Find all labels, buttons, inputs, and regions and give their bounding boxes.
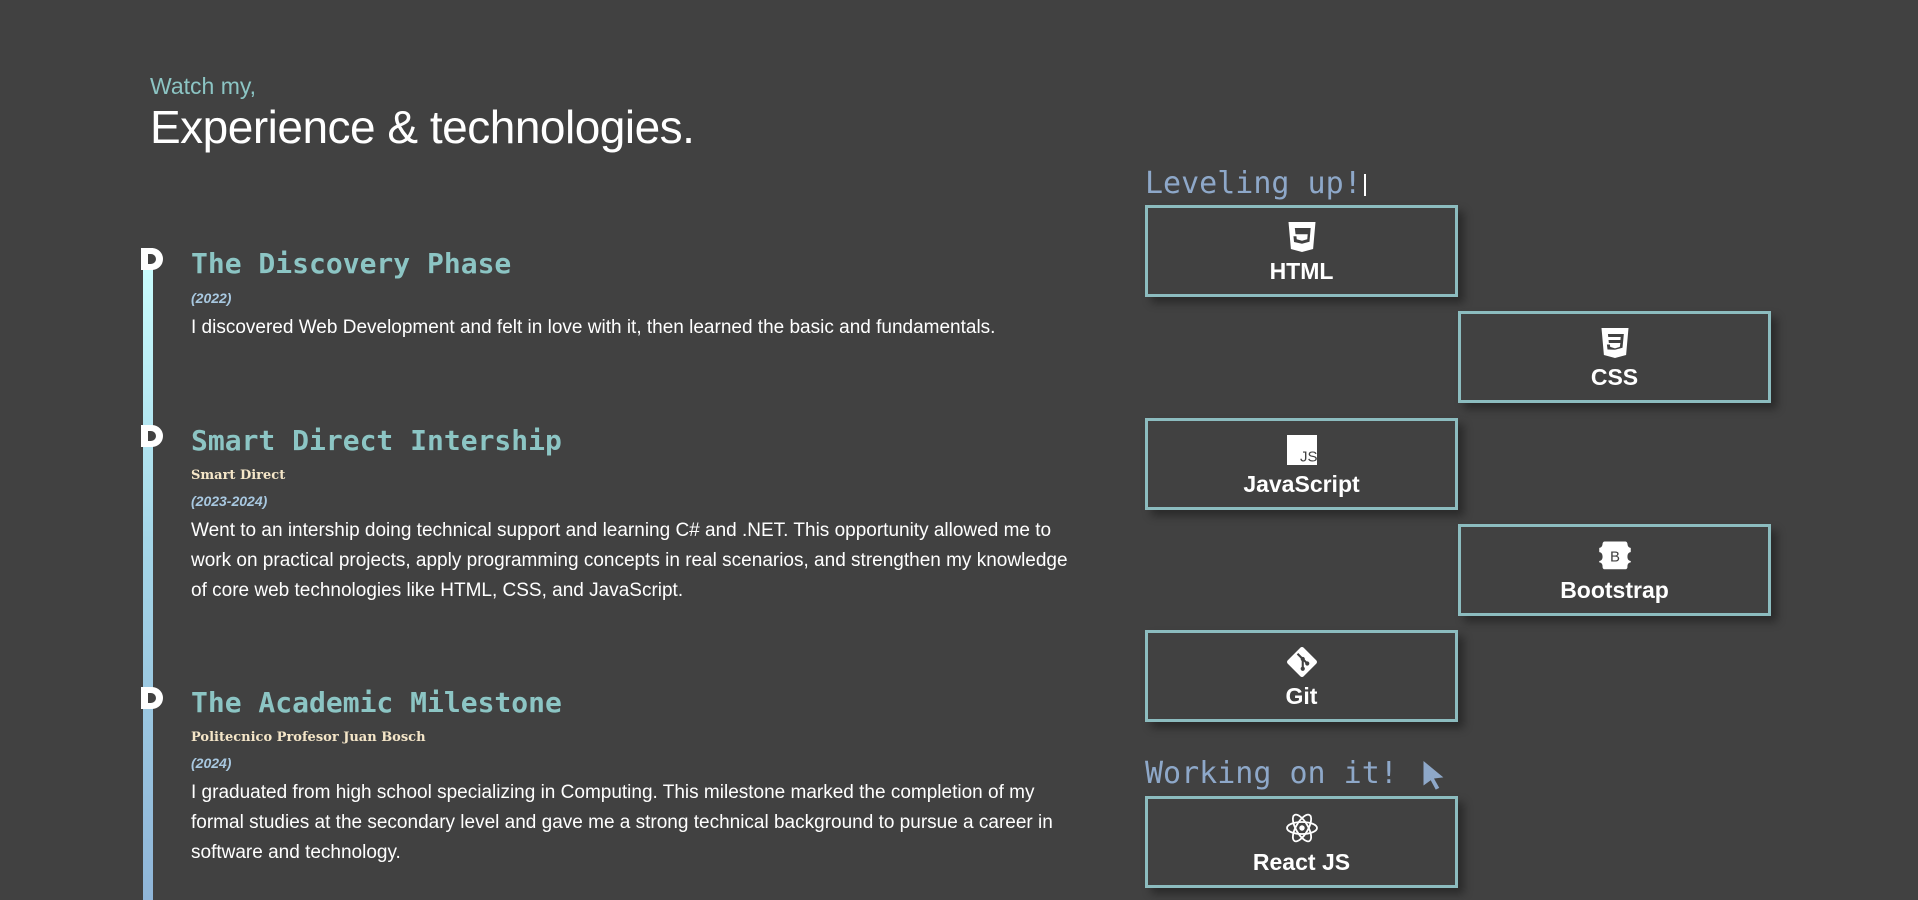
- entry-date: (2024): [191, 755, 232, 771]
- timeline-entry-discovery: The Discovery Phase (2022) I discovered …: [191, 247, 1071, 343]
- page: Watch my, Experience & technologies. The…: [0, 0, 1918, 900]
- tech-card-css[interactable]: CSS: [1458, 311, 1771, 403]
- entry-description: I discovered Web Development and felt in…: [191, 317, 996, 338]
- entry-date: (2022): [191, 290, 232, 306]
- react-icon: [1285, 813, 1318, 843]
- intro-title: Experience & technologies.: [150, 101, 695, 153]
- tech-card-git[interactable]: Git: [1145, 630, 1458, 722]
- tech-label: React JS: [1252, 849, 1351, 875]
- tech-label: CSS: [1590, 364, 1639, 390]
- timeline-marker: [141, 248, 163, 270]
- entry-description: I graduated from high school specializin…: [191, 782, 1053, 863]
- typing-caret: [1363, 173, 1366, 196]
- working-on-it-heading: Working on it!: [1145, 756, 1448, 792]
- tech-card-html[interactable]: HTML: [1145, 205, 1458, 297]
- section-intro: Watch my, Experience & technologies.: [150, 72, 695, 154]
- timeline-marker: [141, 687, 163, 709]
- intro-subtitle: Watch my,: [150, 73, 257, 99]
- cursor-pointer-icon: [1423, 760, 1444, 790]
- timeline-line: [143, 248, 153, 900]
- css3-icon: [1601, 328, 1628, 358]
- svg-text:B: B: [1609, 548, 1619, 565]
- leveling-up-text: Leveling up!: [1145, 166, 1362, 201]
- entry-organization: Politecnico Profesor Juan Bosch: [191, 730, 426, 745]
- git-icon: [1286, 647, 1317, 677]
- tech-card-bootstrap[interactable]: B Bootstrap: [1458, 524, 1771, 616]
- working-on-it-text: Working on it!: [1145, 756, 1398, 791]
- timeline-entry-internship: Smart Direct Intership Smart Direct (202…: [191, 424, 1071, 606]
- timeline-marker: [141, 425, 163, 447]
- tech-label: HTML: [1269, 258, 1334, 284]
- tech-card-javascript[interactable]: JS JavaScript: [1145, 418, 1458, 510]
- entry-title: Smart Direct Intership: [191, 424, 562, 457]
- entry-date: (2023-2024): [191, 493, 268, 509]
- entry-title: The Discovery Phase: [191, 247, 512, 280]
- timeline-entry-academic: The Academic Milestone Politecnico Profe…: [191, 686, 1071, 868]
- javascript-icon: JS: [1286, 435, 1317, 465]
- entry-description: Went to an intership doing technical sup…: [191, 520, 1068, 601]
- tech-label: Git: [1285, 683, 1318, 709]
- svg-text:JS: JS: [1299, 448, 1317, 465]
- tech-label: JavaScript: [1243, 471, 1360, 497]
- bootstrap-icon: B: [1598, 541, 1631, 570]
- leveling-up-heading: Leveling up!: [1145, 166, 1366, 202]
- entry-title: The Academic Milestone: [191, 686, 562, 719]
- tech-label: Bootstrap: [1560, 577, 1669, 603]
- entry-organization: Smart Direct: [191, 468, 286, 483]
- html5-icon: [1288, 222, 1315, 252]
- tech-card-react[interactable]: React JS: [1145, 796, 1458, 888]
